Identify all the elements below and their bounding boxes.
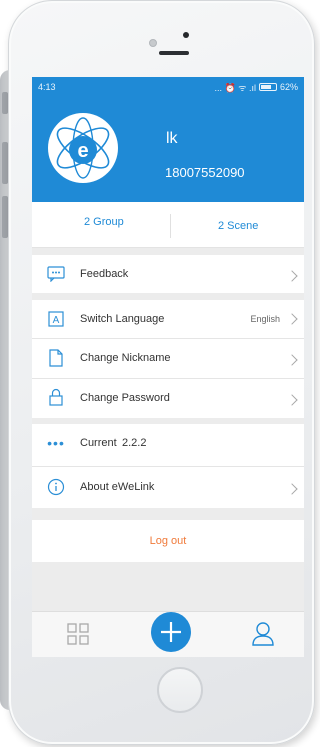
- sensor: [183, 32, 189, 38]
- feedback-group: Feedback: [32, 255, 304, 293]
- about-group: ••• Current 2.2.2 About eWeLink: [32, 424, 304, 508]
- ewelink-logo-icon: e: [50, 115, 116, 181]
- front-camera: [149, 39, 157, 47]
- logout-button[interactable]: Log out: [32, 520, 304, 562]
- change-password-row[interactable]: Change Password: [32, 379, 304, 417]
- count-divider: [170, 214, 171, 238]
- profile-name: lk: [166, 130, 178, 147]
- language-icon: A: [46, 309, 66, 329]
- current-label: Current: [80, 437, 117, 449]
- settings-group: A Switch Language English Change Nicknam…: [32, 300, 304, 418]
- plus-icon[interactable]: [151, 612, 191, 652]
- switch-language-row[interactable]: A Switch Language English: [32, 300, 304, 338]
- more-dots-icon: •••: [47, 435, 65, 451]
- chevron-right-icon: [286, 394, 298, 406]
- grid-icon[interactable]: [66, 622, 90, 646]
- status-icons: ... ⏰ ᯤ .ıl: [214, 82, 256, 93]
- feedback-label: Feedback: [80, 268, 129, 280]
- chevron-right-icon: [286, 270, 298, 282]
- profile-phone: 18007552090: [165, 165, 245, 180]
- edit-icon: [46, 348, 66, 368]
- scene-count[interactable]: 2 Scene: [218, 220, 258, 232]
- chevron-right-icon: [286, 313, 298, 325]
- info-icon: [46, 477, 66, 497]
- version-value: 2.2.2: [122, 437, 147, 449]
- switch-language-label: Switch Language: [80, 313, 165, 325]
- battery-icon: [258, 83, 277, 91]
- current-version-row: ••• Current 2.2.2: [32, 424, 304, 462]
- profile-header: e lk 18007552090: [32, 97, 304, 202]
- about-row[interactable]: About eWeLink: [32, 468, 304, 506]
- change-nickname-row[interactable]: Change Nickname: [32, 339, 304, 377]
- status-indicators: ... ⏰ ᯤ .ıl 62%: [215, 81, 298, 94]
- logout-label: Log out: [149, 535, 187, 547]
- user-icon[interactable]: [251, 621, 275, 647]
- earpiece-speaker: [159, 51, 189, 55]
- svg-text:A: A: [53, 315, 60, 326]
- bottom-tab-bar: [32, 611, 304, 657]
- battery-percent: 62%: [279, 82, 298, 92]
- language-value: English: [250, 314, 280, 324]
- status-bar: 4:13 ... ⏰ ᯤ .ıl 62%: [32, 77, 304, 97]
- change-password-label: Change Password: [80, 392, 170, 404]
- home-button[interactable]: [157, 667, 203, 713]
- chevron-right-icon: [286, 354, 298, 366]
- avatar[interactable]: e: [48, 113, 118, 183]
- app-screen: 4:13 ... ⏰ ᯤ .ıl 62% e lk 18007552090 2 …: [32, 77, 304, 657]
- chevron-right-icon: [286, 483, 298, 495]
- feedback-row[interactable]: Feedback: [32, 255, 304, 293]
- counts-row: 2 Group 2 Scene: [32, 202, 304, 248]
- status-time: 4:13: [38, 82, 56, 92]
- divider: [32, 466, 304, 467]
- svg-text:e: e: [77, 140, 88, 162]
- about-label: About eWeLink: [80, 481, 155, 493]
- change-nickname-label: Change Nickname: [80, 352, 171, 364]
- lock-icon: [46, 387, 66, 407]
- group-count[interactable]: 2 Group: [84, 216, 124, 228]
- chat-icon: [46, 264, 66, 284]
